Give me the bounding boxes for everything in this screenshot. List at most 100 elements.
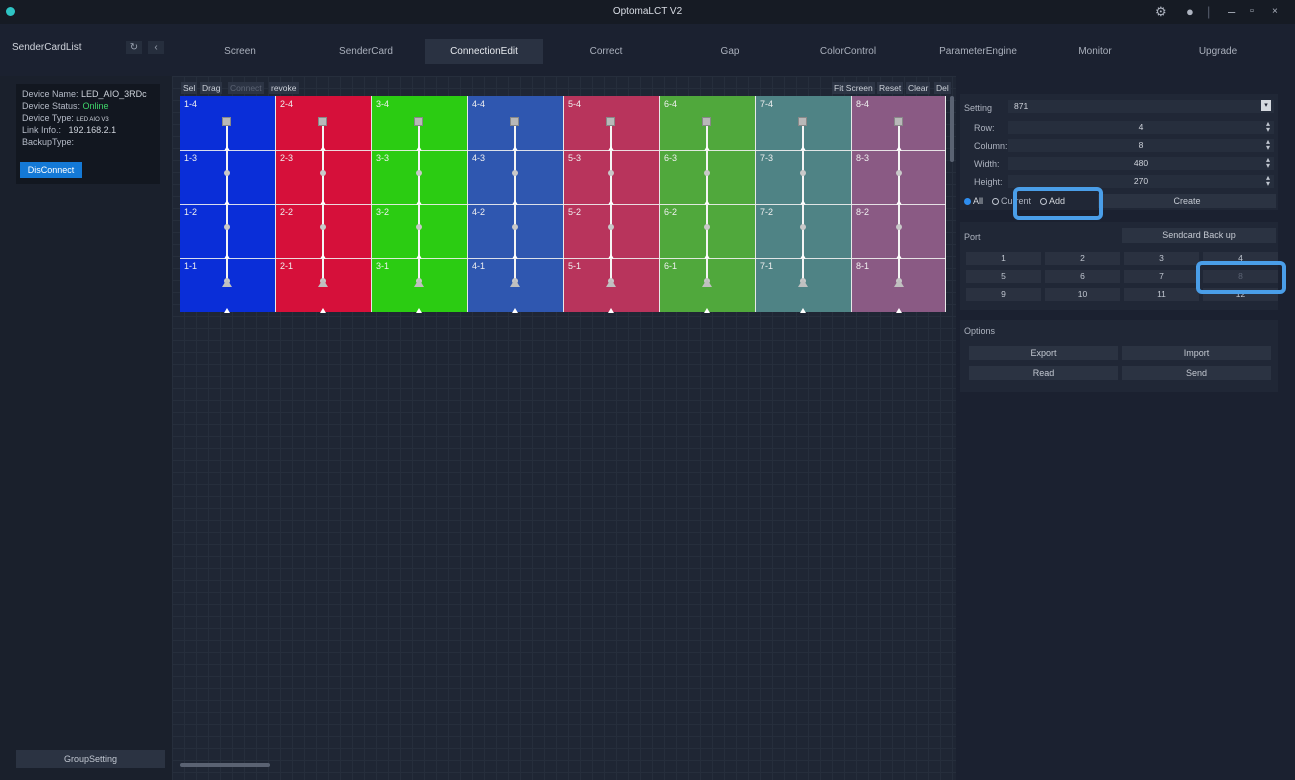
node-dot-icon[interactable] (896, 170, 902, 176)
minimize-icon[interactable]: – (1228, 5, 1235, 18)
spin-icon[interactable]: ▴ ▾ (1266, 156, 1270, 170)
row-stepper[interactable]: 4 ▴ ▾ (1008, 120, 1274, 134)
node-dot-icon[interactable] (512, 224, 518, 230)
setting-select[interactable]: 871 ▾ (1008, 100, 1274, 113)
node-dot-icon[interactable] (704, 224, 710, 230)
port-end-icon[interactable] (606, 279, 616, 287)
port-start-icon[interactable] (414, 117, 423, 126)
node-dot-icon[interactable] (800, 224, 806, 230)
node-dot-icon[interactable] (512, 170, 518, 176)
spin-icon[interactable]: ▴ ▾ (1266, 174, 1270, 188)
port-start-icon[interactable] (222, 117, 231, 126)
port-end-icon[interactable] (894, 279, 904, 287)
node-dot-icon[interactable] (320, 224, 326, 230)
port-button-9[interactable]: 9 (966, 288, 1041, 301)
port-button-10[interactable]: 10 (1045, 288, 1120, 301)
cabinet-label: 7-2 (760, 207, 774, 217)
import-button[interactable]: Import (1122, 346, 1271, 360)
chevron-down-icon[interactable]: ▾ (1261, 100, 1271, 111)
del-button[interactable]: Del (934, 82, 951, 94)
port-end-icon[interactable] (414, 279, 424, 287)
port-end-icon[interactable] (702, 279, 712, 287)
link-info-row: Link Info.: 192.168.2.1 (22, 124, 154, 136)
row-divider (180, 150, 946, 151)
disconnect-button[interactable]: DisConnect (20, 162, 82, 178)
arrow-up-icon (224, 308, 230, 313)
horizontal-scrollbar[interactable] (180, 763, 270, 767)
refresh-icon[interactable]: ↻ (126, 41, 142, 54)
port-end-icon[interactable] (318, 279, 328, 287)
fit-screen-button[interactable]: Fit Screen (832, 82, 875, 94)
port-end-icon[interactable] (798, 279, 808, 287)
sendcard-backup-button[interactable]: Sendcard Back up (1122, 228, 1276, 243)
tab-screen[interactable]: Screen (190, 39, 290, 64)
port-button-2[interactable]: 2 (1045, 252, 1120, 265)
tab-parameterengine[interactable]: ParameterEngine (918, 39, 1038, 64)
port-start-icon[interactable] (798, 117, 807, 126)
node-dot-icon[interactable] (224, 170, 230, 176)
connect-button[interactable]: Connect (228, 82, 264, 94)
port-end-icon[interactable] (510, 279, 520, 287)
column-stepper[interactable]: 8 ▴ ▾ (1008, 138, 1274, 152)
sel-button[interactable]: Sel (181, 82, 198, 94)
clear-button[interactable]: Clear (906, 82, 931, 94)
port-button-6[interactable]: 6 (1045, 270, 1120, 283)
close-icon[interactable]: × (1272, 5, 1278, 18)
tab-monitor[interactable]: Monitor (1045, 39, 1145, 64)
port-end-icon[interactable] (222, 279, 232, 287)
cabinet-label: 6-1 (664, 261, 678, 271)
port-start-icon[interactable] (894, 117, 903, 126)
device-type-label: Device Type: (22, 113, 74, 123)
reset-button[interactable]: Reset (877, 82, 904, 94)
port-start-icon[interactable] (510, 117, 519, 126)
collapse-icon[interactable]: ‹ (148, 41, 164, 54)
create-button[interactable]: Create (1098, 194, 1276, 208)
settings-icon[interactable]: ⚙ (1155, 5, 1167, 18)
tab-sendercard[interactable]: SenderCard (306, 39, 426, 64)
group-setting-button[interactable]: GroupSetting (16, 750, 165, 768)
port-start-icon[interactable] (606, 117, 615, 126)
node-dot-icon[interactable] (608, 224, 614, 230)
port-button-11[interactable]: 11 (1124, 288, 1199, 301)
node-dot-icon[interactable] (416, 170, 422, 176)
sender-card-list-panel: Device Name: LED_AIO_3RDc Device Status:… (0, 76, 172, 780)
cabinet-label: 6-2 (664, 207, 678, 217)
radio-on-icon[interactable] (964, 198, 971, 205)
read-button[interactable]: Read (969, 366, 1118, 380)
port-start-icon[interactable] (318, 117, 327, 126)
node-dot-icon[interactable] (416, 224, 422, 230)
cabinet-label: 1-1 (184, 261, 198, 271)
node-dot-icon[interactable] (608, 170, 614, 176)
tab-gap[interactable]: Gap (680, 39, 780, 64)
export-button[interactable]: Export (969, 346, 1118, 360)
row-label: Row: (974, 123, 995, 133)
restore-icon[interactable]: ▫ (1250, 5, 1254, 18)
vertical-scrollbar[interactable] (950, 96, 954, 162)
width-stepper[interactable]: 480 ▴ ▾ (1008, 156, 1274, 170)
spin-icon[interactable]: ▴ ▾ (1266, 120, 1270, 134)
port-button-7[interactable]: 7 (1124, 270, 1199, 283)
send-button[interactable]: Send (1122, 366, 1271, 380)
tab-upgrade[interactable]: Upgrade (1168, 39, 1268, 64)
mode-all-radio[interactable]: All (964, 196, 983, 206)
spin-icon[interactable]: ▴ ▾ (1266, 138, 1270, 152)
revoke-button[interactable]: revoke (269, 82, 299, 94)
user-icon[interactable]: ● (1186, 5, 1194, 18)
port-button-5[interactable]: 5 (966, 270, 1041, 283)
port-button-1[interactable]: 1 (966, 252, 1041, 265)
node-dot-icon[interactable] (320, 170, 326, 176)
tab-colorcontrol[interactable]: ColorControl (793, 39, 903, 64)
tab-correct[interactable]: Correct (556, 39, 656, 64)
drag-button[interactable]: Drag (200, 82, 223, 94)
tab-connectionedit[interactable]: ConnectionEdit (425, 39, 543, 64)
node-dot-icon[interactable] (800, 170, 806, 176)
radio-off-icon[interactable] (992, 198, 999, 205)
port-button-3[interactable]: 3 (1124, 252, 1199, 265)
cabinet-label: 5-4 (568, 99, 582, 109)
node-dot-icon[interactable] (896, 224, 902, 230)
node-dot-icon[interactable] (704, 170, 710, 176)
setting-label: Setting (964, 103, 993, 113)
node-dot-icon[interactable] (224, 224, 230, 230)
cabinet-grid[interactable]: 1-4 1-3 1-2 1-1 2-4 2-3 2-2 2-1 3-4 3-3 3-2 3-1 4-4 4… (180, 96, 946, 313)
port-start-icon[interactable] (702, 117, 711, 126)
